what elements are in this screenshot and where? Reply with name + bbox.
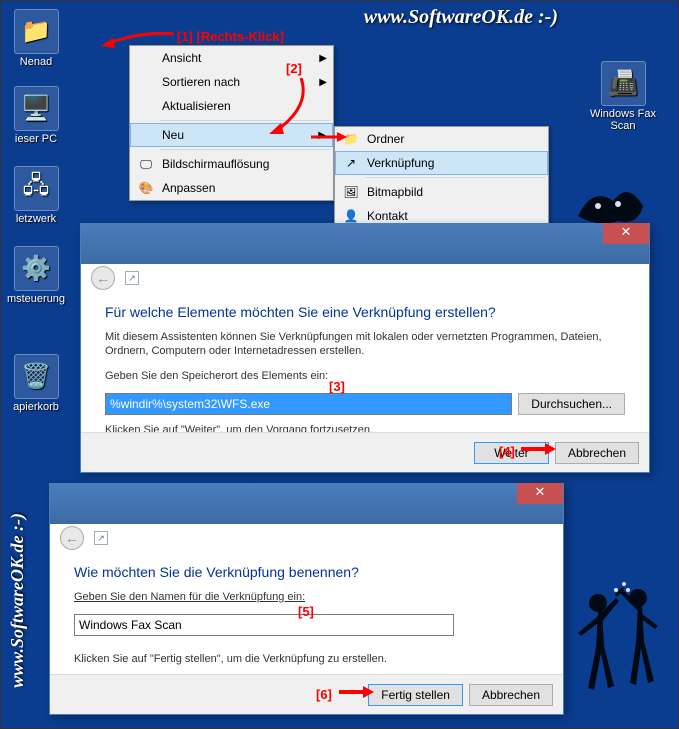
bitmap-icon: 🖼 — [341, 184, 361, 200]
blank-icon — [136, 74, 156, 90]
menu-label: Bildschirmauflösung — [162, 157, 269, 171]
back-button[interactable]: ← — [60, 526, 84, 550]
submenu-item-folder[interactable]: 📁 Ordner — [335, 127, 548, 151]
input-label: Geben Sie den Speicherort des Elements e… — [105, 369, 625, 383]
input-label: Geben Sie den Namen für die Verknüpfung … — [74, 590, 539, 604]
arrow-2 — [266, 76, 316, 136]
blank-icon — [136, 50, 156, 66]
submenu-item-shortcut[interactable]: ↗ Verknüpfung — [335, 151, 548, 175]
dialog-title: Verknüpfung erstellen — [149, 271, 265, 285]
dialog-body: Für welche Elemente möchten Sie eine Ver… — [81, 296, 649, 432]
menu-item-resolution[interactable]: 🖵 Bildschirmauflösung — [130, 152, 333, 176]
menu-item-view[interactable]: Ansicht ▶ — [130, 46, 333, 70]
back-button[interactable]: ← — [91, 266, 115, 290]
cancel-button[interactable]: Abbrechen — [555, 442, 639, 464]
arrow-2b — [311, 131, 347, 143]
dialog-footer: Fertig stellen Abbrechen — [50, 674, 563, 714]
network-icon: 🖧 — [14, 166, 59, 211]
fax-icon: 📠 — [601, 61, 646, 106]
annotation-6: [6] — [316, 687, 332, 702]
location-input[interactable] — [105, 393, 512, 415]
chevron-right-icon: ▶ — [319, 77, 327, 88]
cancel-button[interactable]: Abbrechen — [469, 684, 553, 706]
menu-label: Anpassen — [162, 181, 215, 195]
annotation-1: [1] [Rechts-Klick] — [177, 29, 284, 44]
dialog-heading: Für welche Elemente möchten Sie eine Ver… — [105, 304, 625, 320]
annotation-2: [2] — [286, 61, 302, 76]
folder-icon: 📁 — [14, 9, 59, 54]
annotation-5: [5] — [298, 604, 314, 619]
desktop-icon-recycle[interactable]: 🗑️ apierkorb — [1, 354, 71, 413]
browse-button[interactable]: Durchsuchen... — [518, 393, 625, 415]
arrow-6 — [339, 684, 374, 700]
annotation-3: [3] — [329, 379, 345, 394]
icon-label: Nenad — [20, 56, 52, 68]
icon-label: apierkorb — [13, 401, 59, 413]
titlebar[interactable]: ✕ ← ↗ Verknüpfung erstellen — [50, 484, 563, 524]
desktop-icon-nenad[interactable]: 📁 Nenad — [1, 9, 71, 68]
arrow-4 — [521, 441, 556, 457]
control-panel-icon: ⚙️ — [14, 246, 59, 291]
shortcut-wizard-icon: ↗ — [125, 271, 139, 285]
menu-label: Bitmapbild — [367, 185, 423, 199]
icon-label: Windows Fax Scan — [590, 108, 656, 132]
personalize-icon: 🎨 — [136, 180, 156, 196]
menu-label: Neu — [162, 128, 184, 142]
watermark-top: www.SoftwareOK.de :-) — [364, 6, 558, 29]
desktop-icon-pc[interactable]: 🖥️ ieser PC — [1, 86, 71, 145]
icon-label: letzwerk — [16, 213, 56, 225]
submenu-item-bitmap[interactable]: 🖼 Bitmapbild — [335, 180, 548, 204]
shortcut-wizard-icon: ↗ — [94, 531, 108, 545]
finish-button[interactable]: Fertig stellen — [368, 684, 463, 706]
new-submenu: 📁 Ordner ↗ Verknüpfung 🖼 Bitmapbild 👤 Ko… — [334, 126, 549, 229]
contact-icon: 👤 — [341, 208, 361, 224]
desktop-icon-fax[interactable]: 📠 Windows Fax Scan — [588, 61, 658, 132]
dialog-hint: Klicken Sie auf "Fertig stellen", um die… — [74, 652, 539, 666]
icon-label: msteuerung — [7, 293, 65, 305]
blank-icon — [136, 127, 156, 143]
menu-label: Verknüpfung — [367, 156, 434, 170]
recycle-bin-icon: 🗑️ — [14, 354, 59, 399]
close-button[interactable]: ✕ — [603, 223, 649, 244]
menu-label: Aktualisieren — [162, 99, 231, 113]
icon-label: ieser PC — [15, 133, 57, 145]
desktop-icon-network[interactable]: 🖧 letzwerk — [1, 166, 71, 225]
dancer-decoration — [568, 578, 668, 718]
name-input[interactable] — [74, 614, 454, 636]
close-button[interactable]: ✕ — [517, 483, 563, 504]
dialog-title: Verknüpfung erstellen — [118, 531, 234, 545]
menu-label: Kontakt — [367, 209, 408, 223]
menu-label: Sortieren nach — [162, 75, 240, 89]
create-shortcut-wizard-step1: ✕ ← ↗ Verknüpfung erstellen Für welche E… — [80, 223, 650, 473]
dialog-description: Mit diesem Assistenten können Sie Verknü… — [105, 330, 625, 359]
blank-icon — [136, 98, 156, 114]
create-shortcut-wizard-step2: ✕ ← ↗ Verknüpfung erstellen Wie möchten … — [49, 483, 564, 715]
shortcut-icon: ↗ — [341, 155, 361, 171]
computer-icon: 🖥️ — [14, 86, 59, 131]
monitor-icon: 🖵 — [136, 156, 156, 172]
titlebar[interactable]: ✕ ← ↗ Verknüpfung erstellen — [81, 224, 649, 264]
desktop-icon-control[interactable]: ⚙️ msteuerung — [1, 246, 71, 305]
menu-label: Ordner — [367, 132, 404, 146]
watermark-left: www.SoftwareOK.de :-) — [7, 513, 28, 688]
dialog-heading: Wie möchten Sie die Verknüpfung benennen… — [74, 564, 539, 580]
menu-label: Ansicht — [162, 51, 201, 65]
annotation-4: [4] — [499, 444, 515, 459]
arrow-1 — [101, 31, 174, 49]
chevron-right-icon: ▶ — [319, 53, 327, 64]
menu-separator — [160, 149, 331, 150]
menu-item-personalize[interactable]: 🎨 Anpassen — [130, 176, 333, 200]
dialog-footer: Weiter Abbrechen — [81, 432, 649, 472]
menu-separator — [365, 177, 546, 178]
